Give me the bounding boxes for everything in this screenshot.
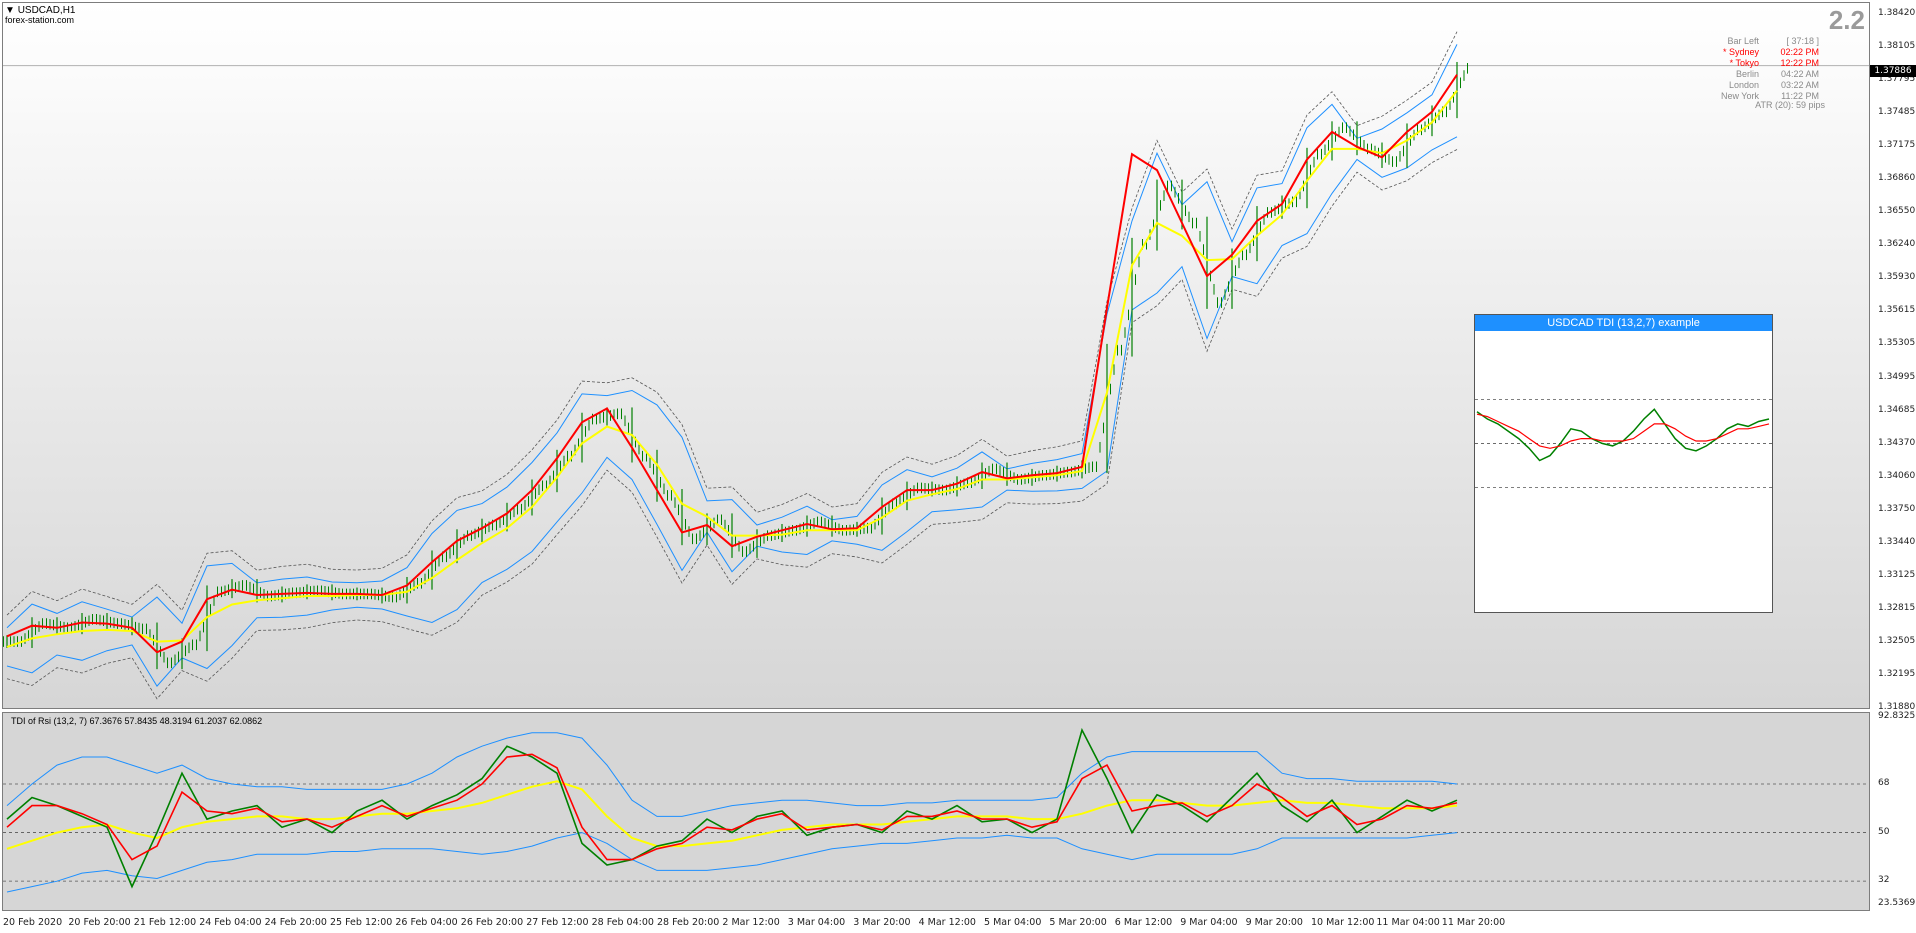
watermark-label: forex-station.com — [5, 15, 75, 25]
session-name: Berlin — [1735, 69, 1759, 79]
lower-envelope-line — [6, 149, 1458, 700]
session-name: * Tokyo — [1729, 58, 1759, 68]
tdi-axis-label: 50 — [1878, 826, 1890, 837]
price-axis-label: 1.38105 — [1878, 41, 1916, 52]
price-axis-label: 1.36240 — [1878, 239, 1916, 250]
tdi-label: TDI of Rsi (13,2, 7) 67.3676 57.8435 48.… — [11, 716, 263, 726]
time-axis-label: 24 Feb 20:00 — [264, 917, 327, 928]
price-axis-label: 1.36550 — [1878, 206, 1916, 217]
tdi-chart-svg — [3, 727, 1869, 893]
price-axis-label: 1.37485 — [1878, 107, 1916, 118]
price-axis-label: 1.35930 — [1878, 272, 1916, 283]
time-axis-label: 6 Mar 12:00 — [1114, 917, 1173, 928]
price-axis-label: 1.34995 — [1878, 371, 1916, 382]
time-axis-label: 28 Feb 04:00 — [591, 917, 654, 928]
time-axis-label: 20 Feb 20:00 — [68, 917, 131, 928]
slow-ma-line — [6, 89, 1458, 648]
tdi-example-inset[interactable]: USDCAD TDI (13,2,7) example — [1474, 314, 1773, 613]
price-axis-label: 1.34370 — [1878, 437, 1916, 448]
session-clock-panel: Bar Left[ 37:18 ] * Sydney 02:22 PM * Tokyo… — [1699, 36, 1819, 102]
session-row: * Tokyo 12:22 PM — [1699, 58, 1819, 69]
tdi-fast-line — [6, 753, 1458, 861]
price-axis-label: 1.32195 — [1878, 668, 1916, 679]
time-axis-label: 3 Mar 20:00 — [853, 917, 911, 928]
session-name: London — [1728, 80, 1759, 90]
tdi-axis-label: 23.5369 — [1878, 898, 1916, 908]
price-axis-label: 1.37175 — [1878, 140, 1916, 151]
time-axis-label: 25 Feb 12:00 — [330, 917, 393, 928]
price-axis[interactable]: 1.38420 1.38105 1.37795 1.37485 1.37175 1.368… — [1870, 0, 1916, 912]
time-axis-label: 10 Mar 12:00 — [1311, 917, 1375, 928]
price-axis-label: 1.35615 — [1878, 305, 1916, 316]
tdi-slow-line — [6, 780, 1458, 850]
session-time: [ 37:18 ] — [1786, 36, 1819, 46]
session-row: London 03:22 AM — [1699, 80, 1819, 91]
time-axis-label: 5 Mar 04:00 — [984, 917, 1042, 928]
inset-chart-svg — [1475, 399, 1772, 488]
time-axis-label: 20 Feb 2020 — [3, 917, 63, 928]
inset-title: USDCAD TDI (13,2,7) example — [1475, 315, 1772, 331]
time-axis-label: 4 Mar 12:00 — [918, 917, 976, 928]
price-axis-label: 1.32815 — [1878, 602, 1916, 613]
session-row: Berlin 04:22 AM — [1699, 69, 1819, 80]
time-axis-label: 26 Feb 20:00 — [460, 917, 524, 928]
session-name: * Sydney — [1722, 47, 1759, 57]
time-axis[interactable]: 20 Feb 2020 20 Feb 20:00 21 Feb 12:00 24 Fe… — [0, 911, 1916, 933]
time-axis-label: 28 Feb 20:00 — [657, 917, 720, 928]
session-time: 02:22 PM — [1780, 47, 1819, 57]
tdi-rsi-line — [6, 727, 1458, 889]
time-axis-label: 21 Feb 12:00 — [133, 917, 197, 928]
session-time: 03:22 AM — [1780, 80, 1819, 90]
session-time: 04:22 AM — [1780, 69, 1819, 79]
price-axis-label: 1.35305 — [1878, 338, 1916, 349]
price-axis-label: 1.32505 — [1878, 635, 1916, 646]
price-axis-label: 1.34060 — [1878, 470, 1916, 481]
current-price-tag: 1.37886 — [1870, 65, 1916, 77]
atr-readout: ATR (20): 59 pips — [1755, 100, 1825, 110]
price-chart-pane[interactable]: ▼ USDCAD,H1 forex-station.com 2.2 Bar Le… — [2, 2, 1870, 709]
price-axis-label: 1.33440 — [1878, 536, 1916, 547]
tdi-axis-label: 68 — [1878, 778, 1890, 788]
time-axis-label: 2 Mar 12:00 — [722, 917, 780, 928]
price-axis-label: 1.33750 — [1878, 503, 1916, 514]
tdi-axis-label: 32 — [1878, 875, 1890, 886]
price-axis-label: 1.38420 — [1878, 8, 1916, 18]
session-name: New York — [1720, 91, 1759, 101]
time-axis-label: 24 Feb 04:00 — [199, 917, 262, 928]
price-axis-label: 1.34685 — [1878, 404, 1916, 415]
spread-value: 2.2 — [1828, 5, 1865, 35]
tdi-indicator-pane[interactable]: TDI of Rsi (13,2, 7) 67.3676 57.8435 48.… — [2, 712, 1870, 911]
session-time: 12:22 PM — [1780, 58, 1819, 68]
time-axis-label: 26 Feb 04:00 — [395, 917, 458, 928]
time-axis-label: 11 Mar 04:00 — [1376, 917, 1440, 928]
session-row: Bar Left [ 37:18 ] — [1699, 36, 1819, 47]
time-axis-label: 5 Mar 20:00 — [1049, 917, 1107, 928]
fast-ma-line — [6, 74, 1458, 654]
time-axis-label: 9 Mar 04:00 — [1180, 917, 1238, 928]
lower-band-line — [6, 136, 1458, 687]
time-axis-label: 9 Mar 20:00 — [1245, 917, 1303, 928]
tdi-axis-label: 92.8325 — [1878, 711, 1916, 721]
time-axis-label: 11 Mar 20:00 — [1441, 917, 1506, 928]
time-axis-label: 3 Mar 04:00 — [787, 917, 846, 928]
price-axis-label: 1.36860 — [1878, 173, 1916, 184]
time-axis-label: 27 Feb 12:00 — [526, 917, 589, 928]
price-axis-label: 1.33125 — [1878, 569, 1916, 580]
session-name: Bar Left — [1727, 36, 1759, 46]
session-row: * Sydney 02:22 PM — [1699, 47, 1819, 58]
